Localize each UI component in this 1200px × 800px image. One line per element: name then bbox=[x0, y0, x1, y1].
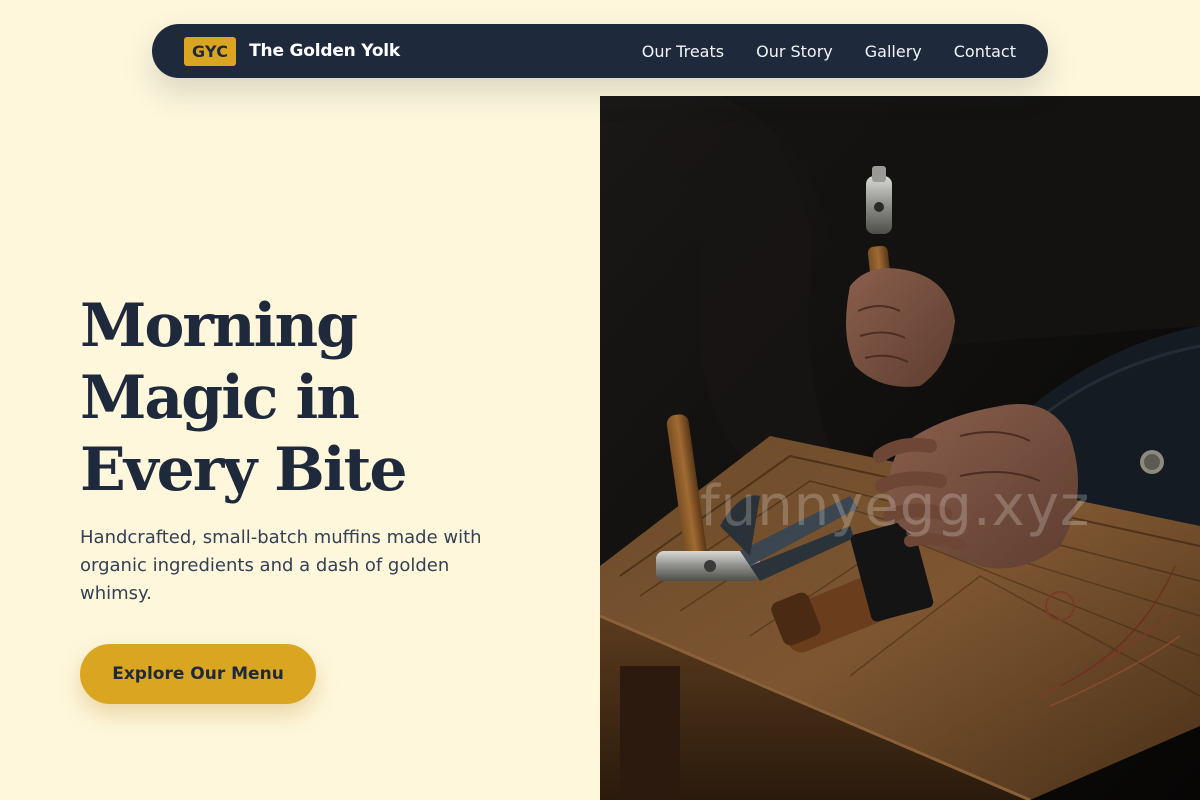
nav-link-gallery[interactable]: Gallery bbox=[865, 42, 922, 61]
watermark: funnyegg.xyz bbox=[700, 474, 1091, 539]
brand-badge: GYC bbox=[184, 36, 237, 66]
hero-title: Morning Magic in Every Bite bbox=[80, 291, 408, 505]
nav-link-our-story[interactable]: Our Story bbox=[756, 42, 833, 61]
hero-subtitle: Handcrafted, small-batch muffins made wi… bbox=[80, 527, 482, 604]
page: GYC The Golden Yolk Our Treats Our Story… bbox=[0, 0, 1200, 800]
brand-link[interactable]: GYC The Golden Yolk bbox=[184, 36, 401, 66]
navbar: GYC The Golden Yolk Our Treats Our Story… bbox=[152, 24, 1048, 78]
nav-link-our-treats[interactable]: Our Treats bbox=[642, 42, 724, 61]
workbench-illustration bbox=[600, 96, 1200, 800]
nav-link-contact[interactable]: Contact bbox=[954, 42, 1016, 61]
hero-image: funnyegg.xyz bbox=[600, 96, 1200, 800]
brand-name: The Golden Yolk bbox=[249, 41, 401, 61]
nav-links: Our Treats Our Story Gallery Contact bbox=[642, 42, 1016, 61]
hero-text: Morning Magic in Every Bite Handcrafted,… bbox=[80, 290, 550, 608]
explore-menu-button[interactable]: Explore Our Menu bbox=[80, 644, 316, 704]
